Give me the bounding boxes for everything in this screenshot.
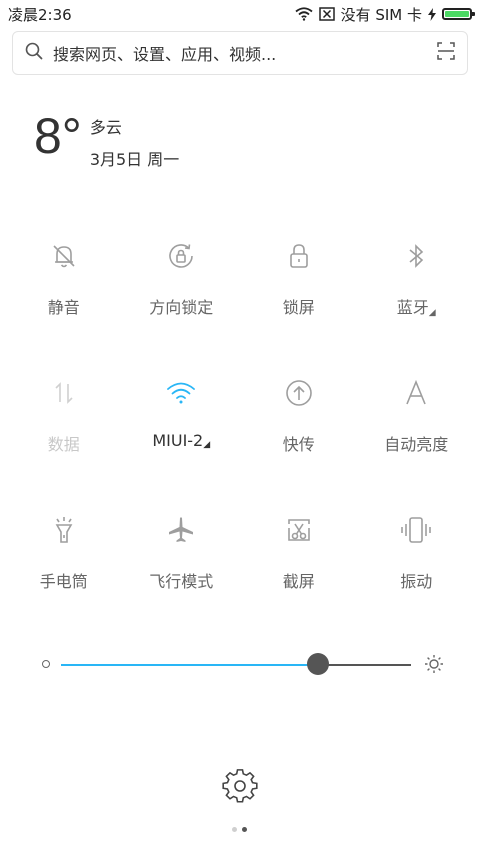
settings-button[interactable] (222, 769, 258, 805)
page-dot (232, 827, 237, 832)
bluetooth-icon (398, 238, 434, 274)
lock-icon (281, 238, 317, 274)
brightness-track-fill (61, 664, 318, 666)
mobile-data-icon (46, 375, 82, 411)
toggle-label: 静音 (47, 298, 80, 317)
search-icon (25, 42, 43, 64)
expand-triangle-icon: ◢ (203, 440, 211, 450)
brightness-high-icon (424, 654, 444, 678)
gear-icon (222, 769, 258, 809)
weather-info: 多云 3月5日 周一 (90, 114, 179, 170)
vibrate-icon (398, 512, 434, 548)
page-dot-active (242, 827, 247, 832)
toggle-label: 数据 (47, 435, 80, 454)
toggle-silent[interactable]: 静音 (5, 226, 123, 363)
screenshot-icon (281, 512, 317, 548)
brightness-slider[interactable] (36, 652, 444, 678)
brightness-track[interactable] (61, 664, 411, 666)
toggle-label: 锁屏 (282, 298, 315, 317)
toggle-flashlight[interactable]: 手电筒 (5, 500, 123, 637)
weather-date: 3月5日 周一 (89, 150, 180, 169)
search-input[interactable]: 搜索网页、设置、应用、视频... (53, 41, 437, 65)
status-time: 凌晨2:36 (8, 5, 72, 24)
toggle-lock-screen[interactable]: 锁屏 (240, 226, 358, 363)
toggle-quick-transfer[interactable]: 快传 (240, 363, 358, 500)
toggle-label: 振动 (400, 572, 433, 591)
wifi-icon (294, 7, 313, 21)
rotation-lock-icon (163, 238, 199, 274)
page-indicator (232, 827, 247, 832)
status-bar: 凌晨2:36 没有 SIM 卡 (0, 0, 480, 28)
toggle-label: 截屏 (282, 572, 315, 591)
weather-condition: 多云 (89, 118, 122, 137)
battery-icon (442, 8, 475, 20)
toggle-vibrate[interactable]: 振动 (358, 500, 476, 637)
toggle-label: 飞行模式 (149, 572, 214, 591)
toggle-label: 自动亮度 (384, 435, 449, 454)
status-icons: 没有 SIM 卡 (294, 4, 475, 25)
toggle-rotation-lock[interactable]: 方向锁定 (123, 226, 241, 363)
brightness-low-icon (42, 660, 50, 668)
toggle-label: MIUI-2◢ (152, 431, 211, 450)
sim-status-text: 没有 SIM 卡 (340, 5, 422, 24)
weather-widget[interactable]: 8° 多云 3月5日 周一 (34, 110, 179, 170)
toggle-mobile-data[interactable]: 数据 (5, 363, 123, 500)
toggle-screenshot[interactable]: 截屏 (240, 500, 358, 637)
brightness-thumb[interactable] (306, 653, 329, 675)
upload-circle-icon (281, 375, 317, 411)
auto-brightness-icon (398, 375, 434, 411)
toggle-label: 方向锁定 (149, 298, 214, 317)
expand-triangle-icon: ◢ (428, 308, 436, 318)
toggle-bluetooth[interactable]: 蓝牙◢ (358, 226, 476, 363)
toggle-auto-brightness[interactable]: 自动亮度 (358, 363, 476, 500)
toggle-label: 手电筒 (39, 572, 88, 591)
airplane-icon (163, 512, 199, 548)
toggle-label: 蓝牙◢ (396, 298, 436, 318)
scan-icon[interactable] (437, 42, 455, 64)
toggle-wifi[interactable]: MIUI-2◢ (123, 363, 241, 500)
toggle-airplane-mode[interactable]: 飞行模式 (123, 500, 241, 637)
battery-level (445, 11, 469, 17)
bell-off-icon (46, 238, 82, 274)
wifi-icon (163, 375, 199, 411)
search-bar[interactable]: 搜索网页、设置、应用、视频... (12, 31, 468, 75)
charging-icon (428, 7, 436, 21)
flashlight-icon (46, 512, 82, 548)
weather-temperature: 8° (34, 108, 82, 164)
quick-toggles-grid: 静音 方向锁定 锁屏 蓝牙◢ 数据 MIUI-2◢ 快传 自动亮度 手电筒 飞行… (5, 226, 475, 637)
sim-x-icon (318, 7, 335, 21)
toggle-label: 快传 (282, 435, 315, 454)
